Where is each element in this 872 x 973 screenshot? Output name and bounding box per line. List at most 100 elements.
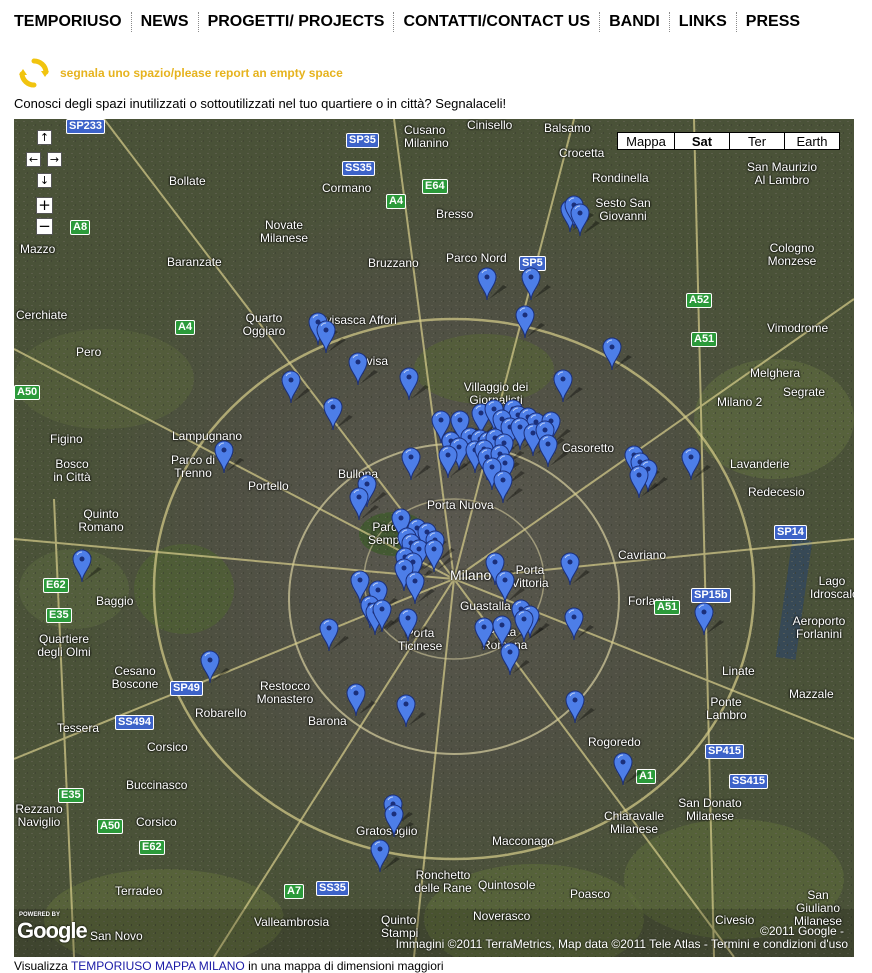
place-label: Porta Nuova — [427, 498, 494, 512]
map-marker[interactable] — [319, 618, 349, 652]
nav-separator — [599, 12, 601, 32]
pan-down-button[interactable]: ↓ — [37, 173, 52, 188]
map-marker[interactable] — [399, 367, 429, 401]
nav-bandi[interactable]: BANDI — [609, 13, 660, 31]
pan-up-button[interactable]: ↑ — [37, 130, 52, 145]
pan-left-button[interactable]: ← — [26, 152, 41, 167]
nav-press[interactable]: PRESS — [746, 13, 800, 31]
map-marker[interactable] — [613, 752, 643, 786]
map-marker[interactable] — [694, 602, 724, 636]
map-marker[interactable] — [72, 549, 102, 583]
map-copyright: ©2011 Google - — [759, 924, 844, 938]
nav-temporiuso[interactable]: TEMPORIUSO — [14, 13, 122, 31]
zoom-in-button[interactable]: + — [36, 197, 53, 214]
nav-separator — [130, 12, 132, 32]
place-label: Chiaravalle Milanese — [604, 809, 665, 836]
road-shield: E35 — [46, 608, 72, 623]
map-marker[interactable] — [629, 465, 659, 499]
nav-separator — [668, 12, 670, 32]
map-marker[interactable] — [564, 607, 594, 641]
place-label: Macconago — [492, 834, 555, 848]
map-marker[interactable] — [405, 571, 435, 605]
place-label: Crocetta — [559, 146, 605, 160]
road-shield: A50 — [14, 385, 41, 400]
place-label: Poasco — [570, 887, 611, 901]
place-label: Melghera — [750, 366, 801, 380]
map-marker[interactable] — [438, 445, 468, 479]
map-marker[interactable] — [602, 337, 632, 371]
report-row: segnala uno spazio/please report an empt… — [18, 57, 343, 89]
map-marker[interactable] — [565, 690, 595, 724]
road-shield: A8 — [70, 220, 91, 235]
map-type-ter[interactable]: Ter — [729, 132, 785, 150]
map-attribution[interactable]: Immagini ©2011 TerraMetrics, Map data ©2… — [396, 937, 848, 951]
map-marker[interactable] — [560, 552, 590, 586]
map-marker[interactable] — [370, 839, 400, 873]
place-label: Segrate — [783, 385, 826, 399]
map-marker[interactable] — [346, 683, 376, 717]
place-label: Mazzo — [20, 242, 56, 256]
road-shield: SS35 — [316, 881, 349, 896]
road-shield: SP49 — [170, 681, 203, 696]
place-label: Corsico — [147, 740, 188, 754]
map-marker[interactable] — [349, 487, 379, 521]
place-label: Cavriano — [618, 548, 667, 562]
larger-map-prefix: Visualizza — [14, 959, 68, 973]
map-type-sat[interactable]: Sat — [674, 132, 730, 150]
nav-progetti[interactable]: PROGETTI/ PROJECTS — [208, 13, 385, 31]
place-label: Ponte Lambro — [706, 695, 747, 722]
map-marker[interactable] — [424, 539, 454, 573]
place-label: Pero — [76, 345, 102, 359]
map-marker[interactable] — [515, 305, 545, 339]
place-label: Mazzale — [789, 687, 834, 701]
place-label: Bresso — [436, 207, 474, 221]
map-marker[interactable] — [681, 447, 711, 481]
intro-text: Conosci degli spazi inutilizzati o sotto… — [14, 96, 507, 111]
nav-news[interactable]: NEWS — [141, 13, 189, 31]
nav-links[interactable]: LINKS — [679, 13, 727, 31]
map-type-mappa[interactable]: Mappa — [617, 132, 675, 150]
map-marker[interactable] — [474, 617, 504, 651]
pan-right-button[interactable]: → — [47, 152, 62, 167]
place-label: Portello — [248, 479, 289, 493]
map-marker[interactable] — [316, 320, 346, 354]
map-marker[interactable] — [323, 397, 353, 431]
map-type-earth[interactable]: Earth — [784, 132, 840, 150]
place-label: Cormano — [322, 181, 372, 195]
place-label: Casoretto — [562, 441, 615, 455]
nav-contatti[interactable]: CONTATTI/CONTACT US — [403, 13, 590, 31]
map-marker[interactable] — [500, 642, 530, 676]
map-marker[interactable] — [553, 369, 583, 403]
place-label: Redecesio — [748, 485, 805, 499]
map-marker[interactable] — [401, 447, 431, 481]
zoom-out-button[interactable]: − — [36, 218, 53, 235]
map-marker[interactable] — [200, 650, 230, 684]
place-label: Balsamo — [544, 121, 591, 135]
place-label: Lavanderie — [730, 457, 790, 471]
place-label: Corsico — [136, 815, 177, 829]
map-marker[interactable] — [281, 370, 311, 404]
place-label: Robarello — [195, 706, 247, 720]
map-marker[interactable] — [521, 267, 551, 301]
map-marker[interactable] — [384, 804, 414, 838]
map-marker[interactable] — [570, 203, 600, 237]
report-space-link[interactable]: segnala uno spazio/please report an empt… — [60, 66, 343, 80]
place-label: Rondinella — [592, 171, 649, 185]
map-marker[interactable] — [398, 608, 428, 642]
place-label: Buccinasco — [126, 778, 188, 792]
place-label: Linate — [722, 664, 755, 678]
larger-map-link[interactable]: TEMPORIUSO MAPPA MILANO — [71, 959, 245, 973]
road-shield: A4 — [175, 320, 196, 335]
google-logo[interactable]: POWERED BY Google — [17, 912, 88, 944]
road-shield: E64 — [422, 179, 448, 194]
map-marker[interactable] — [538, 434, 568, 468]
map-marker[interactable] — [477, 267, 507, 301]
map-marker[interactable] — [396, 694, 426, 728]
map-marker[interactable] — [348, 352, 378, 386]
satellite-map[interactable]: Balsamo Cusano Milanino Cinisello Crocet… — [14, 119, 854, 957]
map-marker[interactable] — [493, 470, 523, 504]
nav-separator — [735, 12, 737, 32]
map-marker[interactable] — [214, 440, 244, 474]
map-marker[interactable] — [372, 599, 402, 633]
recycle-arrows-icon[interactable] — [18, 57, 50, 89]
